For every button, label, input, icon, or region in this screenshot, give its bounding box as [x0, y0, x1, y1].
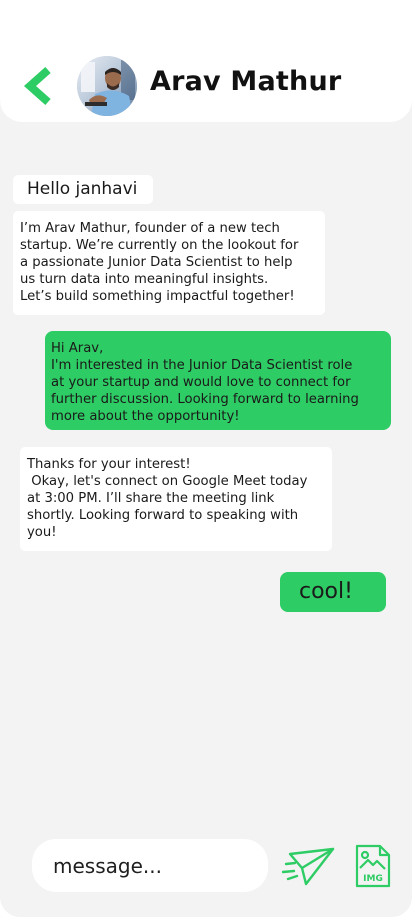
message-bubble-incoming: Hello janhavi [13, 175, 153, 204]
avatar[interactable] [77, 56, 137, 116]
image-button-label: IMG [363, 874, 383, 884]
message-bubble-outgoing: cool! [280, 572, 386, 612]
contact-name: Arav Mathur [150, 66, 342, 97]
chat-screen: Arav Mathur Hello janhavi I’m Arav Mathu… [0, 0, 412, 917]
send-button[interactable] [281, 844, 336, 888]
image-file-icon: IMG [355, 844, 391, 888]
paper-plane-icon [281, 847, 335, 886]
message-bubble-outgoing: Hi Arav, I'm interested in the Junior Da… [45, 331, 391, 430]
message-input[interactable] [32, 839, 268, 892]
back-button[interactable] [18, 62, 62, 110]
chat-header: Arav Mathur [0, 0, 412, 122]
attach-image-button[interactable]: IMG [354, 843, 392, 889]
chevron-left-icon [23, 67, 51, 105]
avatar-photo [77, 56, 137, 116]
message-bubble-incoming: Thanks for your interest! Okay, let's co… [20, 447, 332, 551]
message-bubble-incoming: I’m Arav Mathur, founder of a new tech s… [13, 211, 325, 315]
